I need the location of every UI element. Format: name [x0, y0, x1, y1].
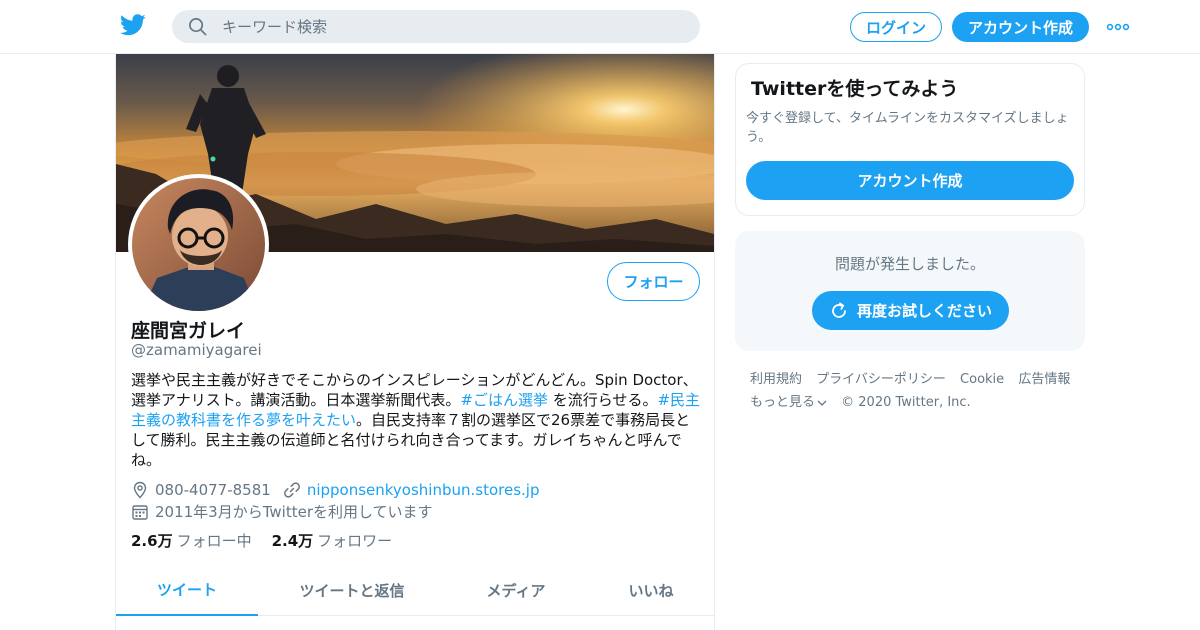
- search-icon: [189, 18, 207, 36]
- footer-link-privacy[interactable]: プライバシーポリシー: [816, 372, 946, 387]
- link-icon: [283, 482, 300, 498]
- follow-button[interactable]: フォロー: [607, 262, 700, 301]
- profile-website-link[interactable]: nipponsenkyoshinbun.stores.jp: [307, 481, 540, 499]
- error-card: 問題が発生しました。 再度お試しください: [735, 231, 1085, 351]
- profile-meta-row: 080-4077-8581 nipponsenkyoshinbun.stores…: [131, 481, 539, 499]
- profile-tabs: ツイート ツイートと返信 メディア いいね: [116, 564, 714, 616]
- signup-promo-card: Twitterを使ってみよう 今すぐ登録して、タイムラインをカスタマイズしましょ…: [735, 63, 1085, 216]
- bio-text: を流行らせる。: [547, 391, 658, 409]
- error-message: 問題が発生しました。: [834, 255, 985, 273]
- profile-meta-row: 2011年3月からTwitterを利用しています: [131, 501, 433, 522]
- bio-hashtag-link[interactable]: #ごはん選挙: [460, 391, 548, 409]
- twitter-bird-icon[interactable]: [120, 14, 146, 36]
- profile-avatar[interactable]: [128, 174, 269, 315]
- retry-button[interactable]: 再度お試しください: [812, 291, 1009, 330]
- top-navigation-bar: ログイン アカウント作成: [0, 0, 1200, 54]
- profile-name: 座間宮ガレイ: [131, 320, 246, 342]
- more-dots-icon[interactable]: [1106, 17, 1130, 37]
- signup-card-button[interactable]: アカウント作成: [746, 161, 1074, 200]
- footer-link-more[interactable]: もっと見る: [750, 395, 827, 410]
- profile-counts: 2.6万 フォロー中 2.4万 フォロワー: [131, 530, 412, 551]
- location-icon: [133, 481, 147, 499]
- calendar-icon: [132, 504, 148, 520]
- following-count: 2.6万: [131, 532, 173, 550]
- tab-media[interactable]: メディア: [456, 564, 576, 616]
- following-label: フォロー中: [176, 532, 252, 550]
- signup-card-subtitle: 今すぐ登録して、タイムラインをカスタマイズしましょう。: [746, 111, 1069, 145]
- search-input[interactable]: [222, 10, 682, 43]
- tab-likes[interactable]: いいね: [596, 564, 706, 616]
- chevron-down-icon: [817, 400, 827, 406]
- footer-link-cookie[interactable]: Cookie: [960, 372, 1004, 387]
- search-bar[interactable]: [172, 10, 700, 43]
- signup-card-title: Twitterを使ってみよう: [751, 78, 959, 100]
- footer-more-label: もっと見る: [750, 395, 816, 410]
- profile-bio: 選挙や民主主義が好きでそこからのインスピレーションがどんどん。Spin Doct…: [131, 370, 701, 470]
- tab-tweets-and-replies[interactable]: ツイートと返信: [280, 564, 424, 616]
- following-count-link[interactable]: 2.6万 フォロー中: [131, 530, 252, 551]
- profile-location: 080-4077-8581: [155, 481, 271, 499]
- signup-button[interactable]: アカウント作成: [952, 12, 1089, 42]
- followers-count: 2.4万: [271, 532, 314, 550]
- retry-label: 再度お試しください: [856, 302, 992, 320]
- profile-handle: @zamamiyagarei: [131, 341, 262, 359]
- refresh-icon: [832, 302, 846, 318]
- avatar-portrait-image: [132, 178, 265, 311]
- footer-copyright: © 2020 Twitter, Inc.: [841, 395, 971, 410]
- followers-count-link[interactable]: 2.4万 フォロワー: [272, 530, 393, 551]
- profile-joined-date: 2011年3月からTwitterを利用しています: [155, 503, 433, 521]
- profile-column: フォロー 座間宮ガレイ @zamamiyagarei 選挙や民主主義が好きでそこ…: [115, 54, 715, 630]
- footer-links: 利用規約 プライバシーポリシー Cookie 広告情報 もっと見る © 2020…: [750, 368, 1090, 414]
- login-button[interactable]: ログイン: [850, 12, 942, 42]
- followers-label: フォロワー: [317, 532, 393, 550]
- tab-tweets[interactable]: ツイート: [116, 564, 258, 616]
- footer-link-terms[interactable]: 利用規約: [750, 372, 802, 387]
- footer-link-ads-info[interactable]: 広告情報: [1018, 372, 1070, 387]
